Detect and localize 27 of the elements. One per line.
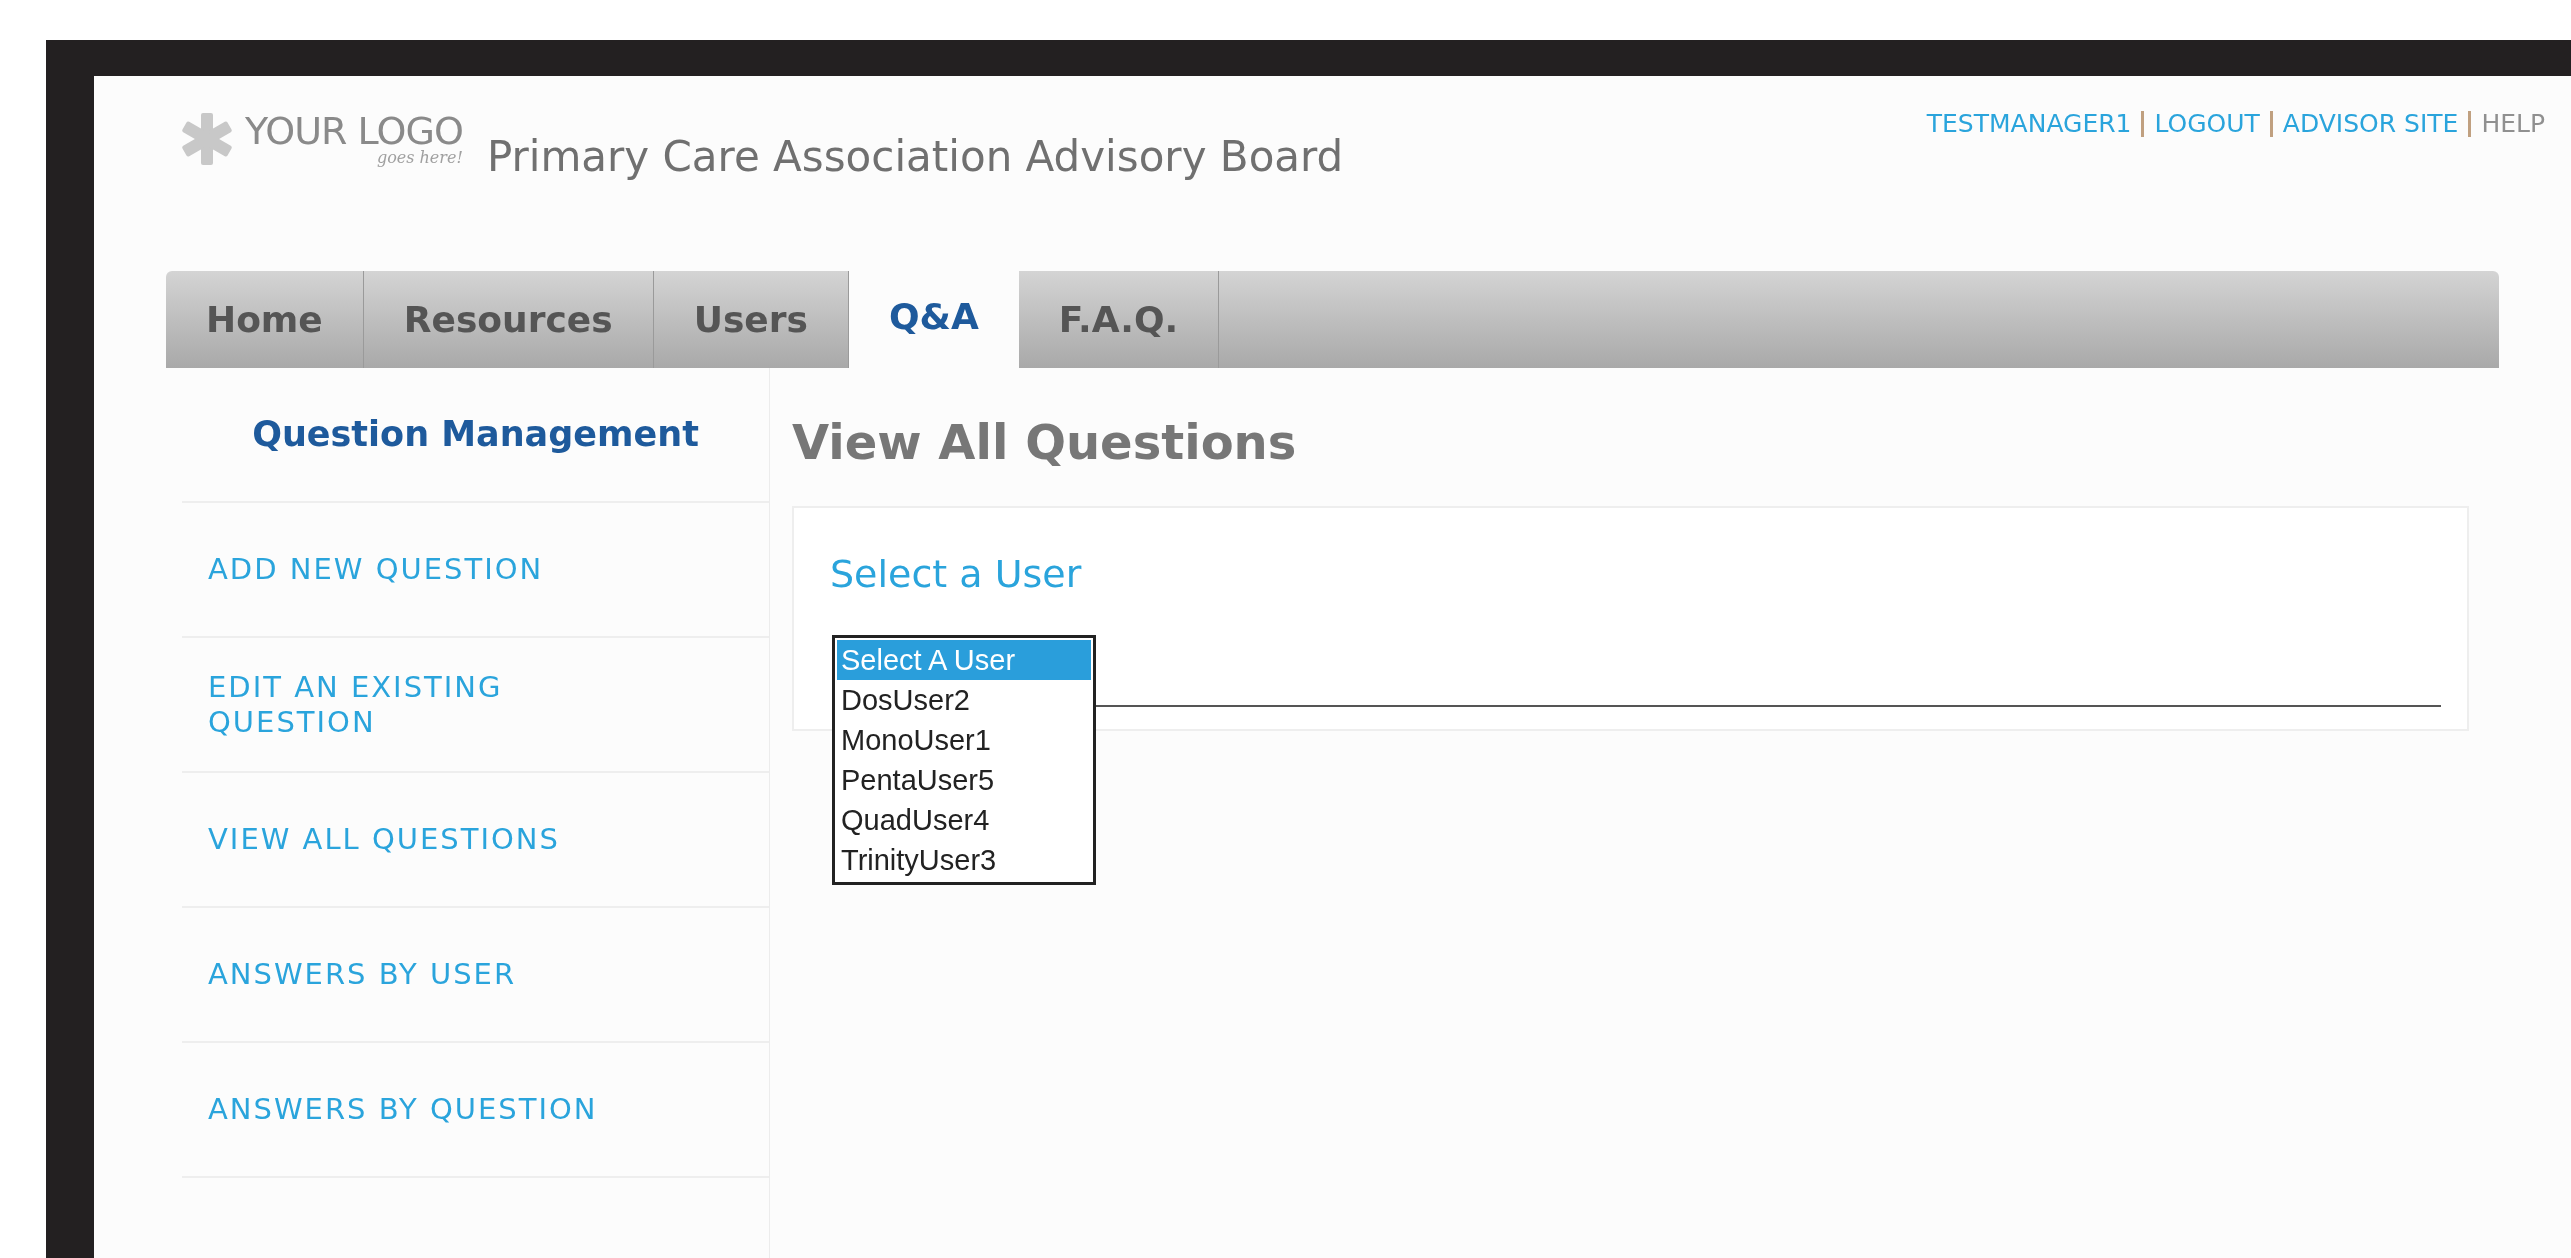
- site-title: Primary Care Association Advisory Board: [486, 131, 1344, 183]
- header-link[interactable]: ADVISOR SITE: [2282, 105, 2459, 143]
- nav-tab[interactable]: Resources: [363, 271, 654, 368]
- header-link[interactable]: TESTMANAGER1: [1926, 105, 2132, 143]
- logo-text: YOUR LOGO: [245, 112, 463, 150]
- asterisk-logo-icon: [179, 111, 235, 167]
- header-link[interactable]: LOGOUT: [2154, 105, 2260, 143]
- user-listbox[interactable]: Select A User DosUser2 MonoUser1 PentaUser5 QuadUser4 TrinityUser3: [832, 635, 1096, 885]
- sidebar-link[interactable]: VIEW ALL QUESTIONS: [208, 822, 560, 857]
- sidebar-link[interactable]: EDIT AN EXISTING QUESTION: [208, 669, 619, 740]
- listbox-option[interactable]: DosUser2: [837, 680, 1091, 720]
- nav-tab[interactable]: F.A.Q.: [1018, 271, 1220, 368]
- nav-tab[interactable]: Users: [653, 271, 849, 368]
- card-title: Select a User: [830, 551, 1083, 598]
- sidebar-link[interactable]: ANSWERS BY USER: [208, 957, 517, 992]
- logo-tagline: goes here!: [376, 150, 463, 166]
- nav-tab[interactable]: Home: [166, 271, 364, 368]
- listbox-option[interactable]: MonoUser1: [837, 720, 1091, 760]
- sidebar-link[interactable]: ANSWERS BY QUESTION: [208, 1092, 598, 1127]
- listbox-option[interactable]: PentaUser5: [837, 760, 1091, 800]
- listbox-option[interactable]: QuadUser4: [837, 800, 1091, 840]
- sidebar-link[interactable]: ADD NEW QUESTION: [208, 552, 544, 587]
- listbox-option[interactable]: Select A User: [837, 640, 1091, 680]
- header-link[interactable]: HELP: [2481, 105, 2545, 143]
- sidebar-title: Question Management: [182, 368, 769, 503]
- listbox-option[interactable]: TrinityUser3: [837, 840, 1091, 880]
- page-heading: View All Questions: [792, 413, 1298, 472]
